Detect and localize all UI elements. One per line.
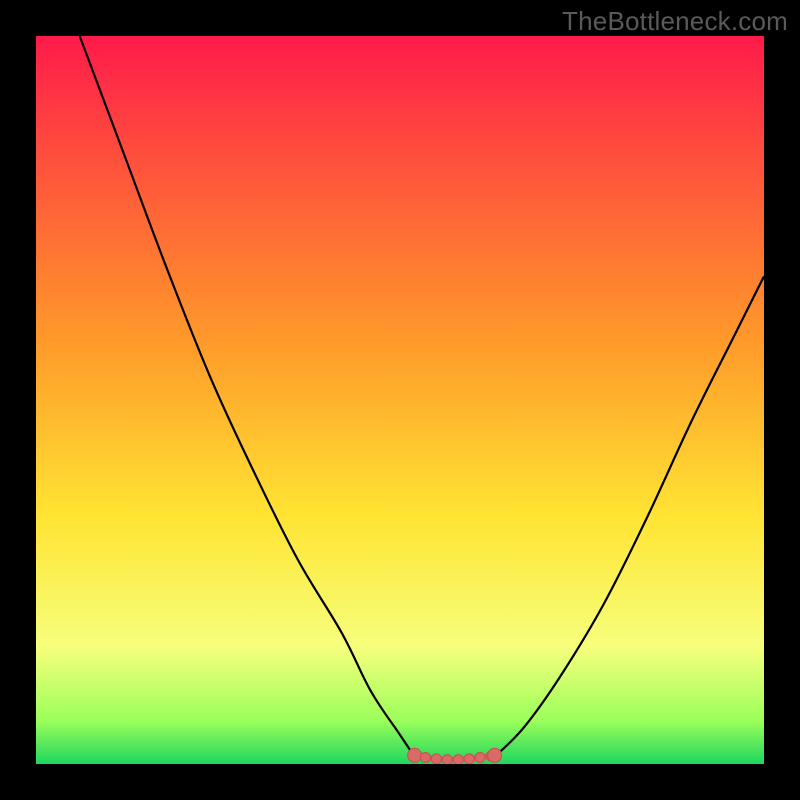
floor-markers-group <box>408 748 502 764</box>
floor-marker-dot <box>408 748 422 762</box>
curve-right-branch <box>495 276 764 756</box>
floor-marker-dot <box>420 752 430 762</box>
attribution-label: TheBottleneck.com <box>562 6 788 37</box>
floor-marker-dot <box>442 755 452 764</box>
floor-marker-dot <box>431 754 441 764</box>
curve-layer <box>36 36 764 764</box>
floor-marker-dot <box>475 752 485 762</box>
floor-marker-dot <box>464 754 474 764</box>
plot-area <box>36 36 764 764</box>
chart-frame: TheBottleneck.com <box>0 0 800 800</box>
floor-marker-dot <box>488 748 502 762</box>
curve-left-branch <box>80 36 415 757</box>
floor-marker-dot <box>453 755 463 764</box>
